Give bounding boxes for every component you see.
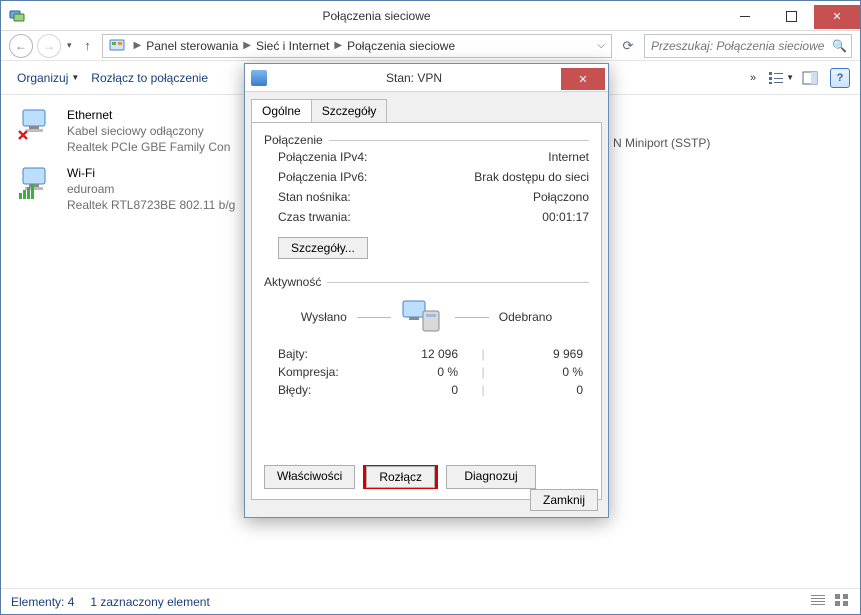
- tab-details[interactable]: Szczegóły: [312, 99, 388, 123]
- status-bar: Elementy: 4 1 zaznaczony element: [1, 588, 860, 614]
- search-icon[interactable]: 🔍: [832, 39, 847, 53]
- breadcrumb-item[interactable]: Sieć i Internet: [256, 39, 329, 53]
- breadcrumb-item[interactable]: Połączenia sieciowe: [347, 39, 455, 53]
- window-controls: [722, 3, 860, 29]
- chevron-right-icon: ▶: [329, 40, 347, 51]
- history-dropdown[interactable]: ▾: [65, 40, 74, 51]
- disconnect-label: Rozłącz to połączenie: [91, 71, 208, 85]
- row-media: Stan nośnika:Połączono: [264, 187, 589, 207]
- group-activity-wrap: Aktywność Wysłano Odebrano: [264, 275, 589, 399]
- chevron-down-icon[interactable]: ▼: [786, 73, 794, 82]
- breadcrumb-bar[interactable]: ▶ Panel sterowania ▶ Sieć i Internet ▶ P…: [102, 34, 612, 58]
- dialog-title: Stan: VPN: [267, 71, 561, 85]
- group-activity: Aktywność: [264, 275, 589, 289]
- overflow-chevron-icon[interactable]: »: [740, 72, 766, 84]
- properties-button[interactable]: Właściwości: [264, 465, 355, 489]
- address-bar-row: ← → ▾ ↑ ▶ Panel sterowania ▶ Sieć i Inte…: [1, 31, 860, 61]
- vpn-status-dialog: Stan: VPN Ogólne Szczegóły Połączenie Po…: [244, 63, 609, 518]
- up-button[interactable]: ↑: [78, 38, 98, 53]
- connection-info: Wi-Fi eduroam Realtek RTL8723BE 802.11 b…: [67, 165, 235, 213]
- connection-info: Ethernet Kabel sieciowy odłączony Realte…: [67, 107, 230, 155]
- view-options-button[interactable]: [766, 68, 786, 88]
- explorer-window: Połączenia sieciowe ← → ▾ ↑ ▶ Panel ster…: [0, 0, 861, 615]
- connection-status: eduroam: [67, 181, 235, 197]
- group-connection: Połączenie: [264, 133, 589, 147]
- tab-page-general: Połączenie Połączenia IPv4:Internet Połą…: [251, 122, 602, 500]
- dialog-title-bar: Stan: VPN: [245, 64, 608, 92]
- breadcrumb-item[interactable]: Panel sterowania: [146, 39, 238, 53]
- diagnose-button[interactable]: Diagnozuj: [446, 465, 536, 489]
- row-ipv4: Połączenia IPv4:Internet: [264, 147, 589, 167]
- close-button[interactable]: [814, 5, 860, 29]
- connection-name: Wi-Fi: [67, 165, 235, 181]
- connection-status: Kabel sieciowy odłączony: [67, 123, 230, 139]
- search-input[interactable]: [649, 38, 832, 54]
- title-bar: Połączenia sieciowe: [1, 1, 860, 31]
- chevron-down-icon[interactable]: ⌵: [597, 40, 611, 51]
- disconnect-highlight: Rozłącz: [363, 465, 438, 489]
- help-button[interactable]: ?: [830, 68, 850, 88]
- vpn-icon: [251, 70, 267, 86]
- tab-strip: Ogólne Szczegóły: [251, 98, 602, 122]
- disconnect-button[interactable]: Rozłącz: [366, 466, 435, 488]
- wifi-connected-icon: [17, 165, 57, 201]
- organize-menu[interactable]: Organizuj ▼: [11, 67, 85, 89]
- sent-label: Wysłano: [301, 310, 347, 324]
- organize-label: Organizuj: [17, 71, 68, 85]
- network-connections-icon: [9, 8, 25, 24]
- chevron-down-icon: ▼: [71, 73, 79, 82]
- refresh-button[interactable]: ⟳: [616, 34, 640, 58]
- forward-button[interactable]: →: [37, 34, 61, 58]
- row-ipv6: Połączenia IPv6:Brak dostępu do sieci: [264, 167, 589, 187]
- close-dialog-button[interactable]: Zamknij: [530, 489, 598, 511]
- connection-adapter: Realtek PCIe GBE Family Con: [67, 139, 230, 155]
- row-duration: Czas trwania:00:01:17: [264, 207, 589, 227]
- large-icons-view-icon[interactable]: [834, 593, 850, 610]
- partial-item-text: N Miniport (SSTP): [613, 103, 710, 151]
- maximize-button[interactable]: [768, 5, 814, 29]
- search-box[interactable]: 🔍: [644, 34, 852, 58]
- status-element-count: Elementy: 4: [11, 595, 74, 609]
- ethernet-disconnected-icon: [17, 107, 57, 143]
- dialog-button-row: Właściwości Rozłącz Diagnozuj: [264, 465, 536, 489]
- chevron-right-icon: ▶: [129, 40, 147, 51]
- activity-table: Bajty:12 096|9 969 Kompresja:0 %|0 % Błę…: [264, 345, 589, 399]
- details-button[interactable]: Szczegóły...: [278, 237, 368, 259]
- dialog-footer: Zamknij: [530, 491, 598, 509]
- chevron-right-icon: ▶: [238, 40, 256, 51]
- activity-computers-icon: [401, 297, 445, 337]
- connection-name: Ethernet: [67, 107, 230, 123]
- dialog-close-button[interactable]: [561, 68, 605, 90]
- status-selection: 1 zaznaczony element: [90, 595, 209, 609]
- disconnect-connection-button[interactable]: Rozłącz to połączenie: [85, 67, 214, 89]
- minimize-button[interactable]: [722, 5, 768, 29]
- window-title: Połączenia sieciowe: [31, 9, 722, 23]
- preview-pane-button[interactable]: [800, 68, 820, 88]
- details-view-icon[interactable]: [810, 593, 826, 610]
- recv-label: Odebrano: [499, 310, 552, 324]
- tab-general[interactable]: Ogólne: [251, 99, 312, 123]
- back-button[interactable]: ←: [9, 34, 33, 58]
- connection-adapter: Realtek RTL8723BE 802.11 b/g: [67, 197, 235, 213]
- control-panel-icon: [109, 38, 125, 54]
